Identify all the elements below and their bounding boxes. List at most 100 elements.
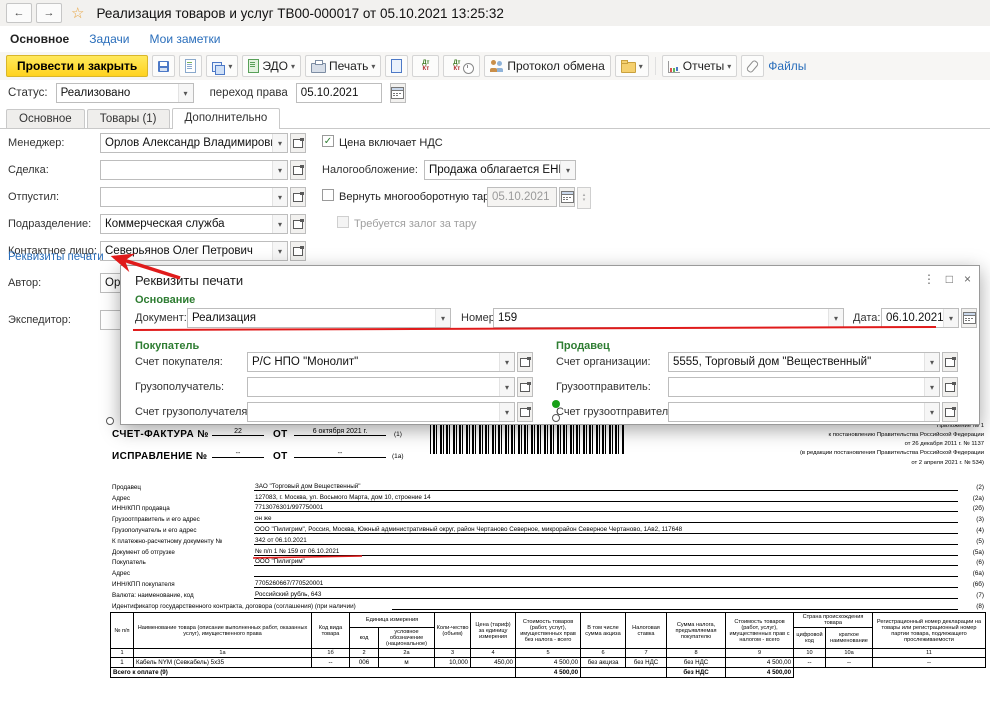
transfer-date-input[interactable]: 05.10.2021: [296, 83, 382, 103]
tab-main[interactable]: Основное: [6, 109, 85, 128]
consignee-open-button[interactable]: [517, 377, 533, 397]
row-ref: (6а): [958, 570, 984, 577]
more-icon[interactable]: ⋮: [923, 272, 935, 286]
post-document-button[interactable]: [179, 55, 202, 77]
calendar-button[interactable]: [390, 83, 406, 103]
buyer-account-input[interactable]: Р/С НПО "Монолит" ▾: [247, 352, 515, 372]
document-view-button[interactable]: [385, 55, 408, 77]
dropdown-icon[interactable]: ▾: [272, 215, 287, 233]
dropdown-icon[interactable]: ▾: [924, 353, 939, 371]
date-input[interactable]: 06.10.2021 ▾: [881, 308, 959, 328]
table-number-cell: 6: [581, 649, 626, 658]
exchange-protocol-button[interactable]: Протокол обмена: [484, 55, 610, 77]
create-based-on-button[interactable]: ▾: [206, 55, 238, 77]
manager-input[interactable]: Орлов Александр Владимирович ▾: [100, 133, 288, 153]
dt-kt-button[interactable]: ДтКт: [412, 55, 439, 77]
invoice-info-row: Грузополучатель и его адресООО "Пилигрим…: [112, 523, 984, 534]
tab-goods[interactable]: Товары (1): [87, 109, 170, 128]
dropdown-icon[interactable]: ▾: [499, 403, 514, 421]
dropdown-icon[interactable]: ▾: [560, 161, 575, 179]
post-and-close-button[interactable]: Провести и закрыть: [6, 55, 148, 77]
row-value: 7713076301/997750001: [254, 504, 958, 512]
tare-pledge-checkbox[interactable]: [337, 216, 349, 228]
dt-kt-scheduled-button[interactable]: ДтКт: [443, 55, 480, 77]
dropdown-icon[interactable]: ▾: [924, 378, 939, 396]
taxation-select[interactable]: Продажа облагается ЕНВД ▾: [424, 160, 576, 180]
vat-included-checkbox[interactable]: ✓: [322, 135, 334, 147]
maximize-icon[interactable]: □: [946, 272, 953, 286]
document-select[interactable]: Реализация ▾: [187, 308, 451, 328]
date-calendar-button[interactable]: [961, 308, 977, 328]
forward-button[interactable]: →: [36, 3, 62, 23]
invoice-info-row: Грузоотправитель и его адресон же(3): [112, 512, 984, 523]
number-input[interactable]: 159 ▾: [493, 308, 844, 328]
manager-open-button[interactable]: [290, 133, 306, 153]
correction-number: --: [212, 450, 264, 458]
org-account-open-button[interactable]: [942, 352, 958, 372]
legal-line: к постановлению Правительства Российской…: [638, 431, 984, 440]
edo-button[interactable]: ЭДО▾: [242, 55, 301, 77]
close-icon[interactable]: ×: [964, 272, 971, 286]
dropdown-icon[interactable]: ▾: [499, 353, 514, 371]
chevron-down-icon: ▾: [727, 62, 731, 71]
table-row: 1 Кабель NYM (Севкабель) 5х35 -- 006 м 1…: [111, 658, 986, 668]
print-requisites-link[interactable]: Реквизиты печати: [8, 251, 104, 263]
reports-button[interactable]: Отчеты▾: [662, 55, 738, 77]
status-select[interactable]: Реализовано ▾: [56, 83, 194, 103]
nav-tab-notes[interactable]: Мои заметки: [150, 32, 221, 46]
back-button[interactable]: ←: [6, 3, 32, 23]
row-ref: (3): [958, 516, 984, 523]
open-icon: [520, 383, 530, 392]
table-cell: 10,000: [435, 658, 471, 668]
dropdown-icon[interactable]: ▾: [924, 403, 939, 421]
dropdown-icon[interactable]: ▾: [435, 309, 450, 327]
attachment-button[interactable]: [741, 55, 764, 77]
date-label: Дата:: [853, 312, 880, 324]
org-account-input[interactable]: 5555, Торговый дом "Вещественный" ▾: [668, 352, 940, 372]
folder-actions-button[interactable]: ▾: [615, 55, 649, 77]
dropdown-icon[interactable]: ▾: [272, 188, 287, 206]
deal-open-button[interactable]: [290, 160, 306, 180]
shipper-input[interactable]: ▾: [668, 377, 940, 397]
table-number-cell: 8: [667, 649, 726, 658]
released-by-input[interactable]: ▾: [100, 187, 288, 207]
contact-input[interactable]: Северьянов Олег Петрович ▾: [100, 241, 288, 261]
consignee-account-input[interactable]: ▾: [247, 402, 515, 422]
dropdown-icon[interactable]: ▾: [272, 242, 287, 260]
tare-calendar-button[interactable]: [559, 187, 575, 207]
dropdown-icon[interactable]: ▾: [178, 84, 193, 102]
favorite-star-icon[interactable]: ☆: [71, 4, 84, 22]
save-button[interactable]: [152, 55, 175, 77]
row-ref: (7): [958, 592, 984, 599]
dropdown-icon[interactable]: ▾: [272, 161, 287, 179]
table-header-cell: Коли-чество (объем): [435, 613, 471, 649]
total-cost-tax-cell: 4 500,00: [726, 668, 794, 678]
files-link[interactable]: Файлы: [768, 59, 806, 73]
contact-open-button[interactable]: [290, 241, 306, 261]
released-by-open-button[interactable]: [290, 187, 306, 207]
tare-date-stepper[interactable]: ▴▾: [577, 187, 591, 209]
buyer-account-open-button[interactable]: [517, 352, 533, 372]
return-tare-checkbox[interactable]: [322, 189, 334, 201]
department-input[interactable]: Коммерческая служба ▾: [100, 214, 288, 234]
print-button[interactable]: Печать▾: [305, 55, 381, 77]
consignee-account-open-button[interactable]: [517, 402, 533, 422]
dropdown-icon[interactable]: ▾: [828, 309, 843, 327]
tare-date-input[interactable]: 05.10.2021: [487, 187, 557, 207]
consignee-input[interactable]: ▾: [247, 377, 515, 397]
invoice-info-row: Адрес(6а): [112, 566, 984, 577]
dropdown-icon[interactable]: ▾: [943, 309, 958, 327]
nav-tab-main[interactable]: Основное: [10, 32, 69, 46]
open-icon: [293, 220, 303, 229]
row-label: ИНН/КПП продавца: [112, 505, 254, 512]
shipper-open-button[interactable]: [942, 377, 958, 397]
tab-additional[interactable]: Дополнительно: [172, 108, 281, 129]
dropdown-icon[interactable]: ▾: [499, 378, 514, 396]
date-value: 06.10.2021: [886, 312, 943, 324]
deal-input[interactable]: ▾: [100, 160, 288, 180]
shipper-account-open-button[interactable]: [942, 402, 958, 422]
department-open-button[interactable]: [290, 214, 306, 234]
nav-tab-tasks[interactable]: Задачи: [89, 32, 129, 46]
dropdown-icon[interactable]: ▾: [272, 134, 287, 152]
shipper-account-input[interactable]: ▾: [668, 402, 940, 422]
